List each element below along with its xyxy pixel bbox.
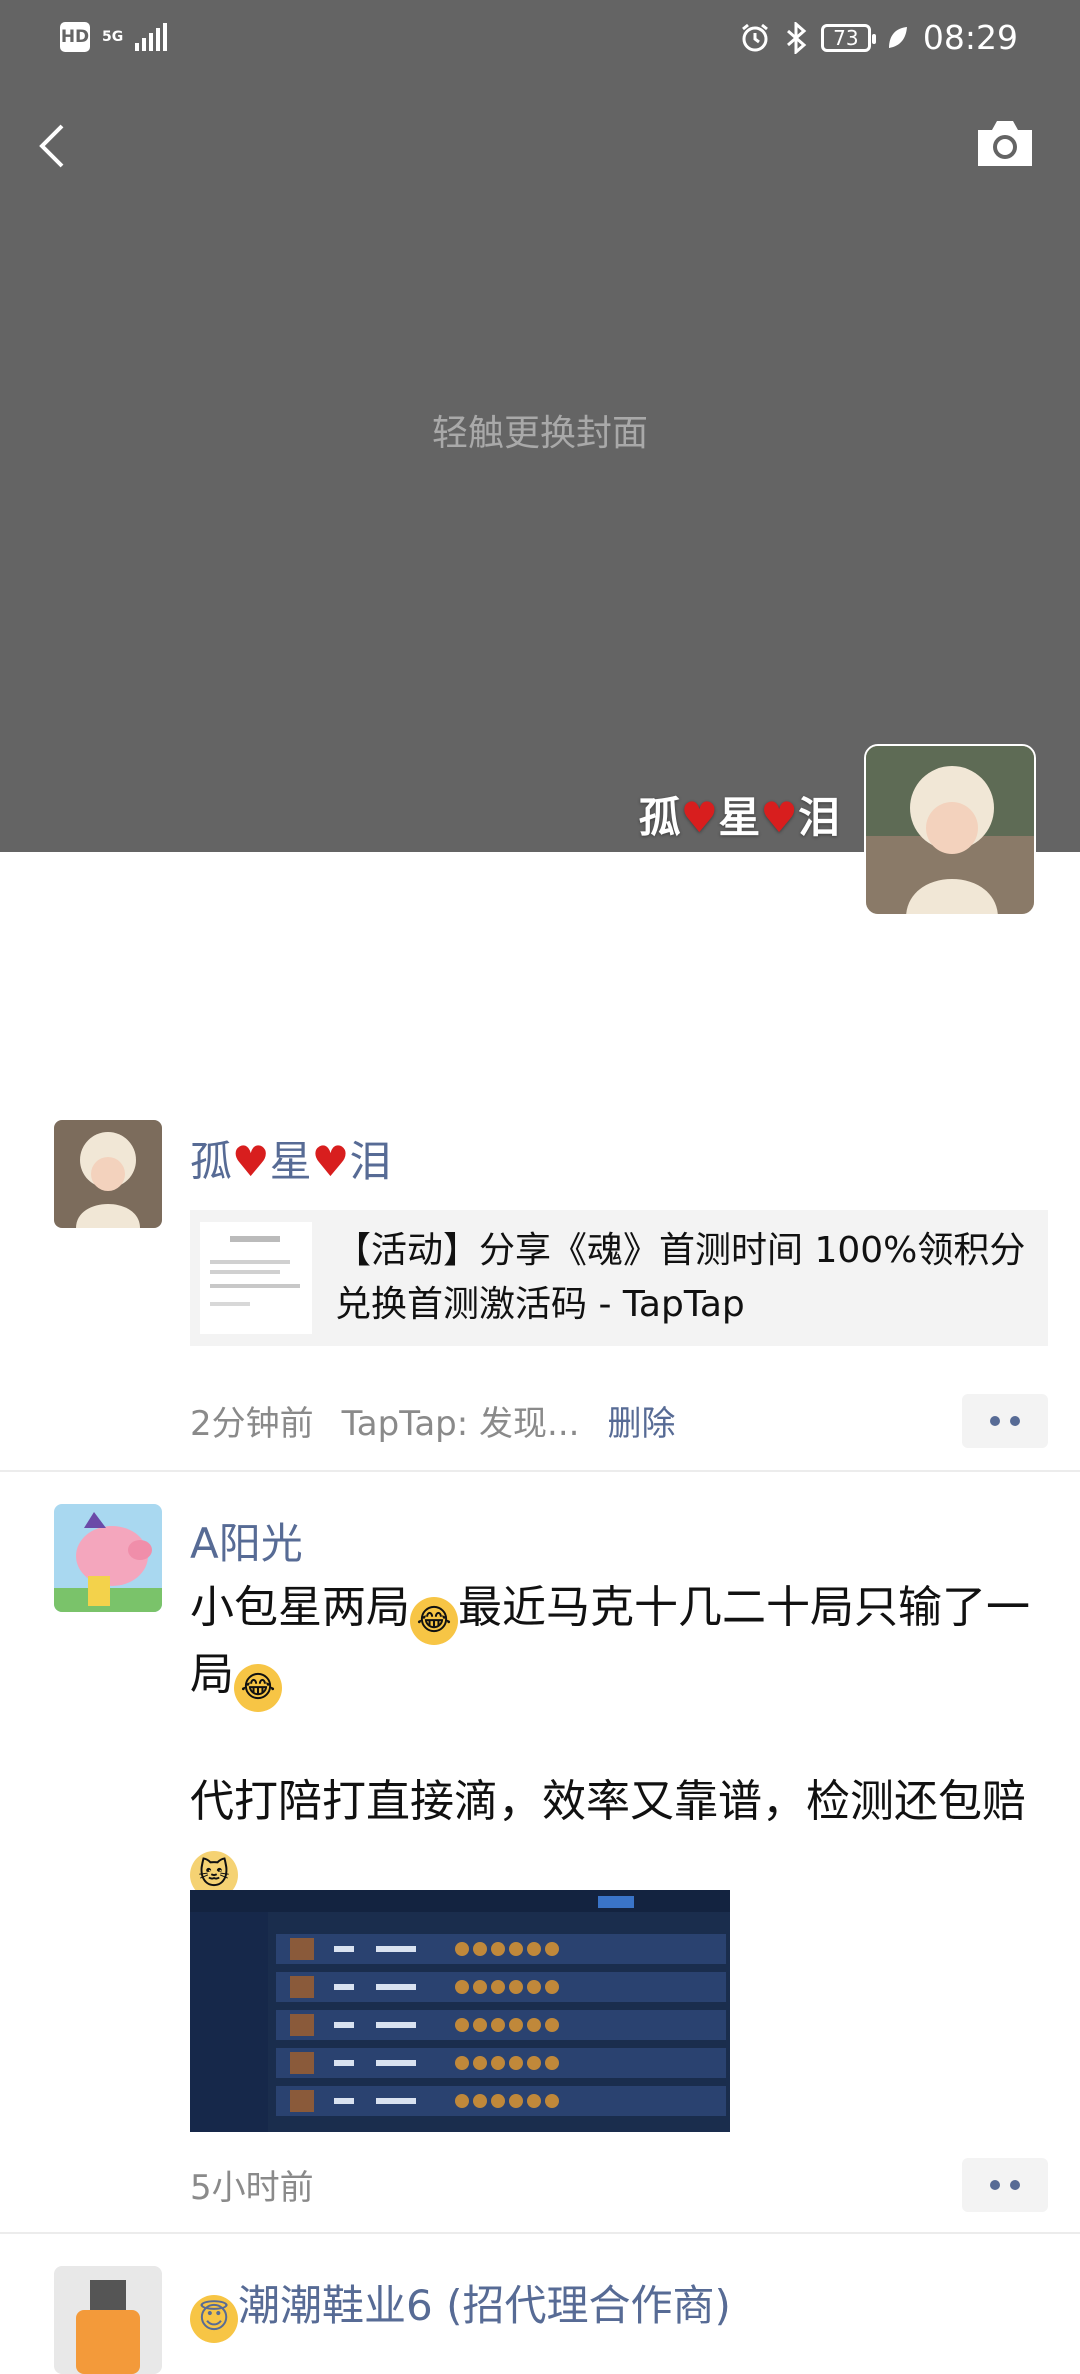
heart-icon: ♥	[760, 793, 798, 842]
network-type: 5G	[102, 29, 124, 45]
post-username[interactable]: 孤♥星♥泪	[190, 1128, 391, 1189]
user-avatar[interactable]	[54, 2266, 162, 2374]
crying-laughing-emoji-icon: 😂	[410, 1597, 458, 1645]
hd-badge: HD	[60, 22, 90, 52]
battery-icon: 73	[820, 23, 876, 52]
heart-icon: ♥	[311, 1137, 350, 1186]
dot-icon	[990, 2180, 1000, 2190]
more-options-button[interactable]	[962, 2158, 1048, 2212]
dot-icon	[1010, 1416, 1020, 1426]
signal-icon	[135, 23, 168, 51]
heart-icon: ♥	[680, 793, 719, 842]
camera-icon[interactable]	[974, 116, 1036, 172]
post-time: 5小时前	[190, 2168, 314, 2208]
post-source[interactable]: TapTap: 发现...	[342, 1396, 580, 1445]
crying-laughing-emoji-icon: 😂	[234, 1664, 282, 1712]
post-text: 小包星两局 😂 最近马克十几二十局只输了一局 😂 代打陪打直接滴，效率又靠谱，检测还包…	[190, 1578, 1050, 1899]
alarm-icon	[741, 23, 768, 51]
link-thumbnail	[200, 1222, 312, 1334]
divider	[0, 1470, 1080, 1472]
bluetooth-icon	[786, 21, 807, 54]
user-avatar[interactable]	[54, 1504, 162, 1612]
link-title: 【活动】分享《魂》首测时间 100%领积分兑换首测激活码 - TapTap	[335, 1230, 1026, 1325]
post-username[interactable]: 😇 潮潮鞋业6 (招代理合作商)	[190, 2272, 731, 2343]
post-time: 2分钟前	[190, 1404, 314, 1444]
change-cover-hint[interactable]: 轻触更换封面	[0, 404, 1080, 456]
avatar-photo	[54, 1504, 162, 1612]
post-meta: 5小时前	[190, 2160, 314, 2209]
game-screenshot	[190, 1890, 730, 2132]
delete-link[interactable]: 删除	[607, 1396, 675, 1445]
angel-emoji-icon: 😇	[190, 2295, 238, 2343]
divider	[0, 2232, 1080, 2234]
status-bar: HD 5G 73 08:29	[0, 0, 1080, 80]
dot-icon	[1010, 2180, 1020, 2190]
user-avatar[interactable]	[54, 1120, 162, 1228]
post-image[interactable]	[190, 1890, 730, 2132]
post-username[interactable]: A阳光	[190, 1510, 303, 1571]
avatar-photo	[54, 2266, 162, 2374]
heart-icon: ♥	[232, 1137, 270, 1186]
leaf-icon	[888, 26, 907, 48]
profile-avatar[interactable]	[864, 744, 1036, 916]
cover-area[interactable]: HD 5G 73 08:29 轻触更换封面	[0, 0, 1080, 852]
clock: 08:29	[922, 18, 1018, 57]
dot-icon	[990, 1416, 1000, 1426]
shared-link-card[interactable]: 【活动】分享《魂》首测时间 100%领积分兑换首测激活码 - TapTap	[190, 1210, 1048, 1346]
profile-name[interactable]: 孤♥星♥泪	[639, 784, 840, 845]
chevron-left-icon[interactable]	[30, 118, 74, 174]
avatar-photo	[54, 1120, 162, 1228]
post-meta: 2分钟前 TapTap: 发现... 删除	[190, 1396, 675, 1445]
more-options-button[interactable]	[962, 1394, 1048, 1448]
battery-level: 73	[833, 25, 859, 50]
avatar-photo	[866, 746, 1034, 914]
